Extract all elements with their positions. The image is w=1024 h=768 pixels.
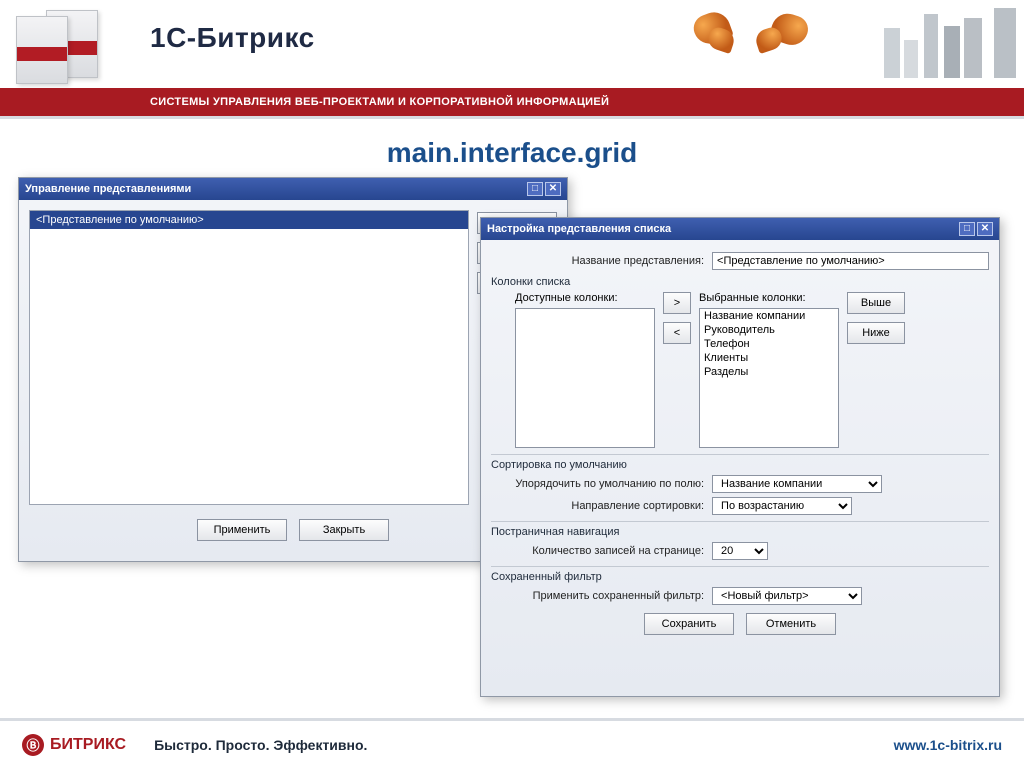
sort-field-select[interactable]: Название компании [712, 475, 882, 493]
tagline-text: СИСТЕМЫ УПРАВЛЕНИЯ ВЕБ-ПРОЕКТАМИ И КОРПО… [150, 96, 609, 108]
pagination-section-label: Постраничная навигация [491, 521, 989, 538]
butterfly-icon [694, 2, 774, 68]
selected-columns-list[interactable]: Название компании Руководитель Телефон К… [699, 308, 839, 448]
page-size-label: Количество записей на странице: [491, 545, 712, 557]
views-list[interactable]: <Представление по умолчанию> [29, 210, 469, 505]
filter-section-label: Сохраненный фильтр [491, 566, 989, 583]
close-button[interactable]: Закрыть [299, 519, 389, 541]
slide-header: 1С-Битрикс [0, 0, 1024, 88]
cancel-button[interactable]: Отменить [746, 613, 836, 635]
move-left-button[interactable]: < [663, 322, 691, 344]
list-item[interactable]: Руководитель [700, 323, 838, 337]
apply-button[interactable]: Применить [197, 519, 287, 541]
move-right-button[interactable]: > [663, 292, 691, 314]
dialog-title-text: Настройка представления списка [487, 223, 671, 235]
list-item[interactable]: Телефон [700, 337, 838, 351]
dialog-title-text: Управление представлениями [25, 183, 191, 195]
view-settings-dialog: Настройка представления списка □ ✕ Назва… [480, 217, 1000, 697]
move-up-button[interactable]: Выше [847, 292, 905, 314]
close-icon[interactable]: ✕ [545, 182, 561, 196]
view-name-input[interactable] [712, 252, 989, 270]
view-name-label: Название представления: [491, 255, 712, 267]
footer-logo: Ⓑ БИТРИКС [22, 734, 126, 756]
list-item[interactable]: Название компании [700, 309, 838, 323]
tagline-bar: СИСТЕМЫ УПРАВЛЕНИЯ ВЕБ-ПРОЕКТАМИ И КОРПО… [0, 88, 1024, 116]
selected-columns-label: Выбранные колонки: [699, 292, 839, 304]
sort-field-label: Упорядочить по умолчанию по полю: [491, 478, 712, 490]
dialogs-stage: Управление представлениями □ ✕ <Представ… [0, 177, 1024, 717]
dialog-titlebar[interactable]: Настройка представления списка □ ✕ [481, 218, 999, 240]
brand-logo-text: 1С-Битрикс [150, 22, 315, 54]
available-columns-label: Доступные колонки: [515, 292, 655, 304]
maximize-icon[interactable]: □ [527, 182, 543, 196]
columns-section-label: Колонки списка [491, 276, 989, 288]
slide-footer: Ⓑ БИТРИКС Быстро. Просто. Эффективно. ww… [0, 718, 1024, 768]
footer-url: www.1c-bitrix.ru [894, 737, 1002, 753]
divider [0, 116, 1024, 119]
save-button[interactable]: Сохранить [644, 613, 734, 635]
saved-filter-select[interactable]: <Новый фильтр> [712, 587, 862, 605]
maximize-icon[interactable]: □ [959, 222, 975, 236]
logo-glyph-icon: Ⓑ [22, 734, 44, 756]
footer-brand-text: БИТРИКС [50, 736, 126, 754]
list-item[interactable]: Разделы [700, 365, 838, 379]
footer-tagline: Быстро. Просто. Эффективно. [154, 737, 367, 753]
sort-direction-select[interactable]: По возрастанию [712, 497, 852, 515]
list-item[interactable]: Клиенты [700, 351, 838, 365]
sort-section-label: Сортировка по умолчанию [491, 454, 989, 471]
product-box-art [8, 6, 128, 82]
list-item[interactable]: <Представление по умолчанию> [30, 211, 468, 229]
move-down-button[interactable]: Ниже [847, 322, 905, 344]
dialog-titlebar[interactable]: Управление представлениями □ ✕ [19, 178, 567, 200]
slide-title: main.interface.grid [0, 137, 1024, 169]
city-skyline-art [764, 0, 1024, 88]
page-size-select[interactable]: 20 [712, 542, 768, 560]
sort-direction-label: Направление сортировки: [491, 500, 712, 512]
saved-filter-label: Применить сохраненный фильтр: [491, 590, 712, 602]
available-columns-list[interactable] [515, 308, 655, 448]
close-icon[interactable]: ✕ [977, 222, 993, 236]
